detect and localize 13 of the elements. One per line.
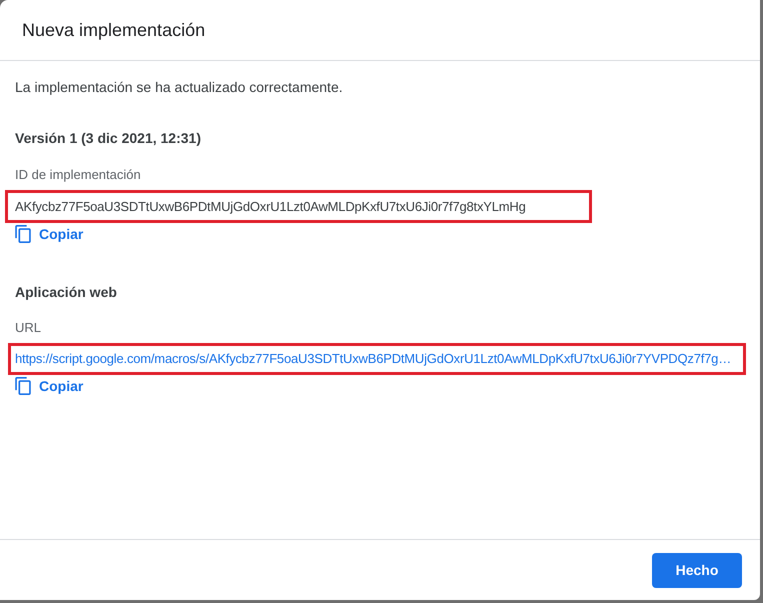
copy-icon <box>15 225 31 243</box>
copy-button[interactable]: Copiar <box>15 223 84 245</box>
section-heading: Versión 1 (3 dic 2021, 12:31) <box>15 129 201 148</box>
success-message: La implementación se ha actualizado correctamente. <box>15 78 343 97</box>
field-label: URL <box>15 319 42 337</box>
section-heading: Aplicación web <box>15 283 117 302</box>
field-label: ID de implementación <box>15 166 141 184</box>
web-app-url-link[interactable]: https://script.google.com/macros/s/AKfycbz77F5oaU3SDTtUxwB6PDtMUjGdOxrU1Lzt0AwMLDpKxfU7txU6Ji0r7YVPDQz7f7g… <box>15 350 732 368</box>
dialog-title: Nueva implementación <box>22 19 206 42</box>
copy-icon <box>15 377 31 395</box>
deployment-id-text: AKfycbz77F5oaU3SDTtUxwB6PDtMUjGdOxrU1Lzt0AwMLDpKxfU7txU6Ji0r7f7g8txYLmHg <box>15 198 526 216</box>
copy-button[interactable]: Copiar <box>15 375 84 397</box>
done-button[interactable]: Hecho <box>652 552 742 588</box>
